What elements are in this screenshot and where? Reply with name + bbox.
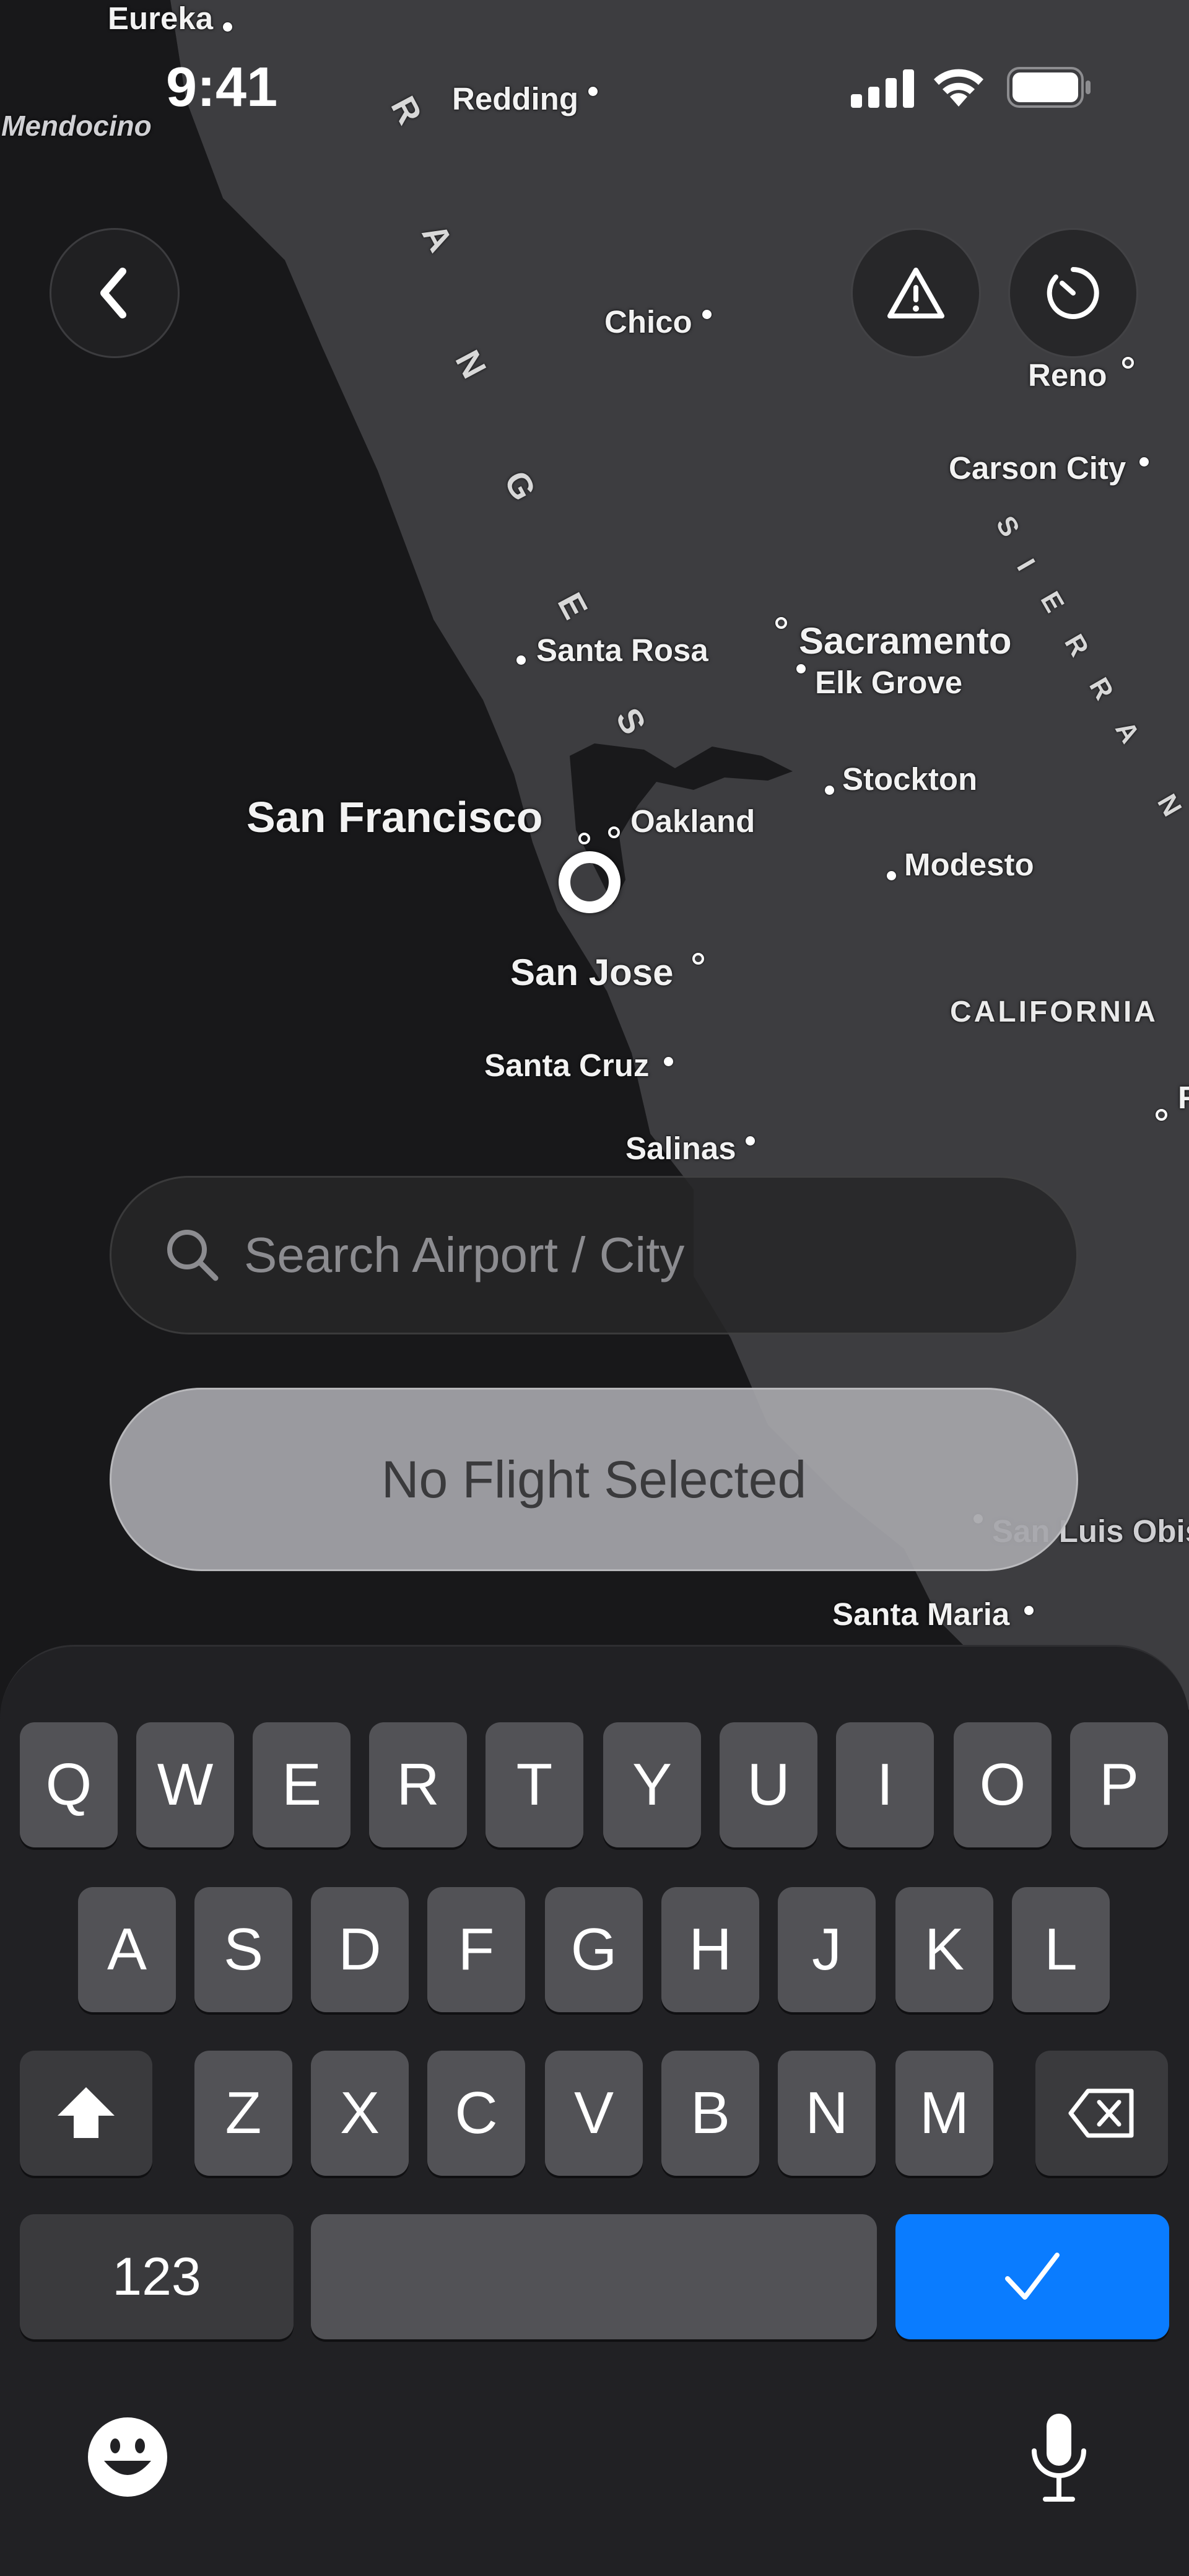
warning-triangle-icon	[887, 268, 944, 318]
key-j[interactable]: J	[778, 1887, 876, 2012]
search-input[interactable]	[243, 1226, 988, 1284]
key-z[interactable]: Z	[194, 2051, 292, 2176]
city-label[interactable]: Chico	[604, 306, 692, 338]
space-key[interactable]	[311, 2214, 877, 2339]
city-dot	[825, 786, 834, 795]
clock-icon	[1047, 267, 1099, 319]
search-icon	[167, 1230, 219, 1281]
city-ring	[608, 826, 620, 838]
city-label[interactable]: Eureka	[108, 2, 213, 34]
city-dot	[746, 1136, 755, 1146]
city-label[interactable]: Oakland	[630, 805, 755, 837]
city-dot	[223, 22, 232, 32]
emoji-icon[interactable]	[87, 2416, 168, 2498]
city-label[interactable]: Carson City	[949, 452, 1126, 484]
city-label[interactable]: F	[1178, 1082, 1189, 1113]
key-p[interactable]: P	[1070, 1722, 1168, 1847]
city-label[interactable]: San Francisco	[246, 795, 543, 839]
shift-key[interactable]	[20, 2051, 152, 2176]
city-ring	[1122, 357, 1134, 369]
key-l[interactable]: L	[1012, 1887, 1110, 2012]
city-dot	[796, 664, 806, 673]
delete-icon	[1068, 2088, 1134, 2138]
numbers-key[interactable]: 123	[20, 2214, 294, 2339]
city-dot	[588, 87, 598, 96]
key-f[interactable]: F	[427, 1887, 525, 2012]
city-dot	[1024, 1606, 1034, 1615]
city-ring	[578, 833, 590, 844]
state-label: CALIFORNIA	[950, 996, 1158, 1028]
city-label[interactable]: Santa Cruz	[484, 1049, 649, 1081]
city-dot	[664, 1057, 673, 1066]
done-key[interactable]	[895, 2214, 1169, 2339]
city-label[interactable]: Santa Maria	[832, 1598, 1009, 1630]
key-b[interactable]: B	[661, 2051, 759, 2176]
key-n[interactable]: N	[778, 2051, 876, 2176]
city-label[interactable]: Santa Rosa	[536, 634, 708, 666]
wifi-icon	[934, 69, 983, 107]
current-location-marker[interactable]	[559, 851, 621, 913]
city-label[interactable]: Modesto	[904, 849, 1034, 880]
no-flight-selected-button[interactable]: No Flight Selected	[110, 1388, 1078, 1571]
city-label[interactable]: Mendocino	[1, 112, 152, 140]
key-o[interactable]: O	[954, 1722, 1052, 1847]
key-s[interactable]: S	[194, 1887, 292, 2012]
key-u[interactable]: U	[720, 1722, 817, 1847]
key-e[interactable]: E	[253, 1722, 351, 1847]
microphone-icon[interactable]	[1028, 2411, 1090, 2504]
battery-icon	[1007, 67, 1091, 108]
city-label[interactable]: Redding	[452, 83, 578, 115]
history-button[interactable]	[1008, 228, 1138, 358]
key-k[interactable]: K	[895, 1887, 993, 2012]
city-label[interactable]: Sacramento	[799, 623, 1011, 660]
checkmark-icon	[1005, 2253, 1060, 2300]
key-d[interactable]: D	[311, 1887, 409, 2012]
key-i[interactable]: I	[836, 1722, 934, 1847]
city-ring	[692, 953, 704, 965]
city-label[interactable]: San Jose	[510, 954, 673, 991]
signal-icon	[851, 69, 914, 108]
city-ring	[775, 617, 787, 629]
delete-key[interactable]	[1035, 2051, 1168, 2176]
key-q[interactable]: Q	[20, 1722, 118, 1847]
city-dot	[702, 310, 712, 319]
status-time: 9:41	[166, 56, 278, 118]
chevron-left-icon	[100, 268, 126, 318]
key-h[interactable]: H	[661, 1887, 759, 2012]
city-dot	[1139, 457, 1149, 467]
key-c[interactable]: C	[427, 2051, 525, 2176]
key-y[interactable]: Y	[603, 1722, 701, 1847]
key-r[interactable]: R	[369, 1722, 467, 1847]
key-x[interactable]: X	[311, 2051, 409, 2176]
city-ring	[1156, 1109, 1167, 1121]
city-dot	[516, 655, 526, 665]
key-g[interactable]: G	[545, 1887, 643, 2012]
key-m[interactable]: M	[895, 2051, 993, 2176]
key-v[interactable]: V	[545, 2051, 643, 2176]
search-bar[interactable]	[110, 1176, 1078, 1334]
city-label[interactable]: Stockton	[842, 763, 977, 795]
city-label[interactable]: Elk Grove	[815, 667, 962, 698]
shift-icon	[58, 2087, 115, 2138]
alerts-button[interactable]	[851, 228, 981, 358]
city-dot	[887, 871, 896, 880]
city-label[interactable]: Salinas	[625, 1132, 736, 1164]
key-w[interactable]: W	[136, 1722, 234, 1847]
key-a[interactable]: A	[78, 1887, 176, 2012]
city-label[interactable]: Reno	[1028, 359, 1107, 391]
back-button[interactable]	[50, 228, 180, 358]
flight-search-screen: Eureka Mendocino Redding Chico Reno Cars…	[0, 0, 1189, 2576]
keyboard: Q W E R T Y U I O P A S D F G H J K L Z …	[0, 1645, 1189, 2576]
key-t[interactable]: T	[486, 1722, 583, 1847]
